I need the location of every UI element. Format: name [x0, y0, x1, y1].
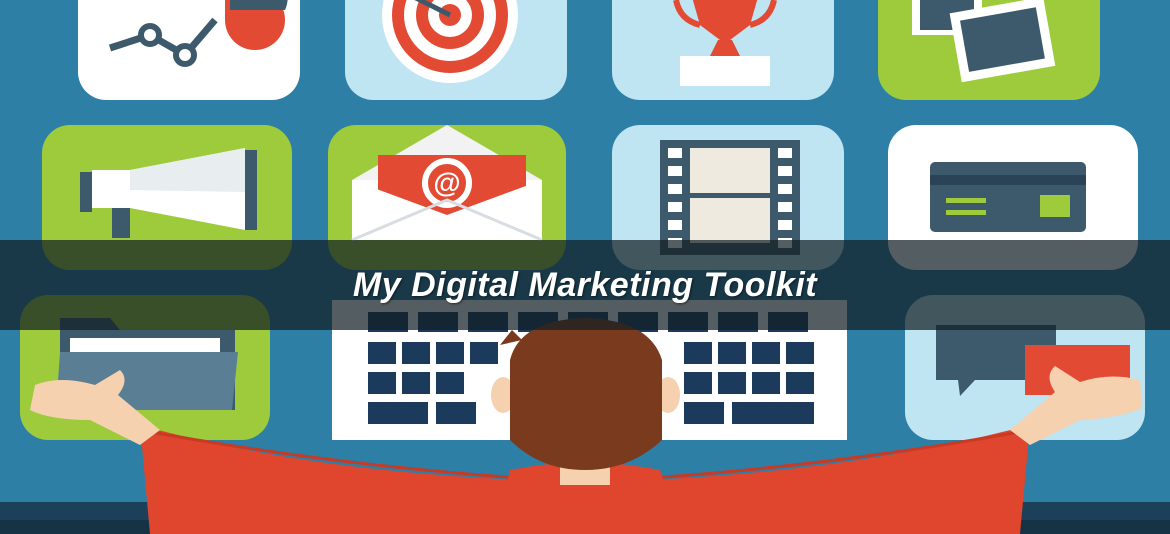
marketing-toolkit-illustration: @ My Digital Marketing Toolkit [0, 0, 1170, 534]
banner-title: My Digital Marketing Toolkit [352, 265, 818, 304]
photos-icon [878, 0, 1100, 100]
svg-text:@: @ [433, 167, 460, 198]
analytics-chart-icon [78, 0, 300, 100]
target-icon [345, 0, 567, 100]
trophy-icon [612, 0, 834, 100]
title-banner: My Digital Marketing Toolkit [0, 240, 1170, 330]
